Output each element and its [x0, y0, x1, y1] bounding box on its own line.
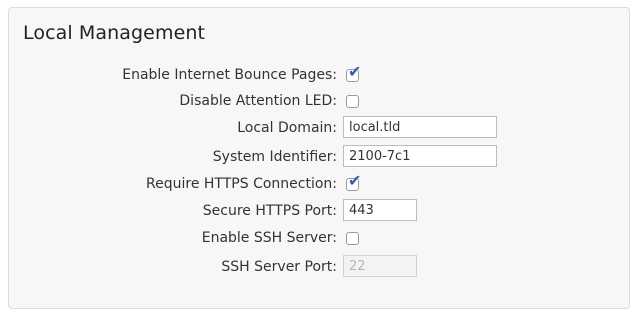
https-port-input[interactable] — [343, 199, 417, 221]
ssh-server-row: Enable SSH Server: — [9, 226, 629, 250]
checkmark-icon: ✔ — [348, 62, 362, 81]
https-port-label: Secure HTTPS Port: — [202, 203, 337, 219]
require-https-checkbox[interactable]: ✔ — [346, 173, 361, 191]
ssh-port-label: SSH Server Port: — [221, 259, 337, 275]
bounce-pages-checkbox[interactable]: ✔ — [346, 64, 361, 82]
ssh-port-row: SSH Server Port: — [9, 255, 629, 279]
system-identifier-row: System Identifier: — [9, 145, 629, 169]
require-https-label: Require HTTPS Connection: — [146, 176, 337, 192]
local-domain-row: Local Domain: — [9, 116, 629, 140]
ssh-server-label: Enable SSH Server: — [201, 230, 337, 246]
https-port-row: Secure HTTPS Port: — [9, 199, 629, 223]
require-https-row: Require HTTPS Connection: ✔ — [9, 172, 629, 196]
local-domain-label: Local Domain: — [237, 120, 337, 136]
ssh-port-input[interactable] — [343, 255, 417, 277]
attention-led-label: Disable Attention LED: — [179, 93, 337, 109]
checkmark-icon: ✔ — [348, 171, 362, 190]
attention-led-checkbox[interactable] — [346, 95, 359, 108]
local-domain-input[interactable] — [343, 116, 497, 138]
local-management-panel: Local Management Enable Internet Bounce … — [8, 7, 630, 309]
bounce-pages-label: Enable Internet Bounce Pages: — [122, 67, 337, 83]
section-title: Local Management — [23, 22, 206, 44]
attention-led-row: Disable Attention LED: — [9, 89, 629, 113]
ssh-server-checkbox[interactable] — [346, 232, 359, 245]
system-identifier-label: System Identifier: — [212, 149, 337, 165]
bounce-pages-row: Enable Internet Bounce Pages: ✔ — [9, 63, 629, 87]
system-identifier-input[interactable] — [343, 145, 497, 167]
